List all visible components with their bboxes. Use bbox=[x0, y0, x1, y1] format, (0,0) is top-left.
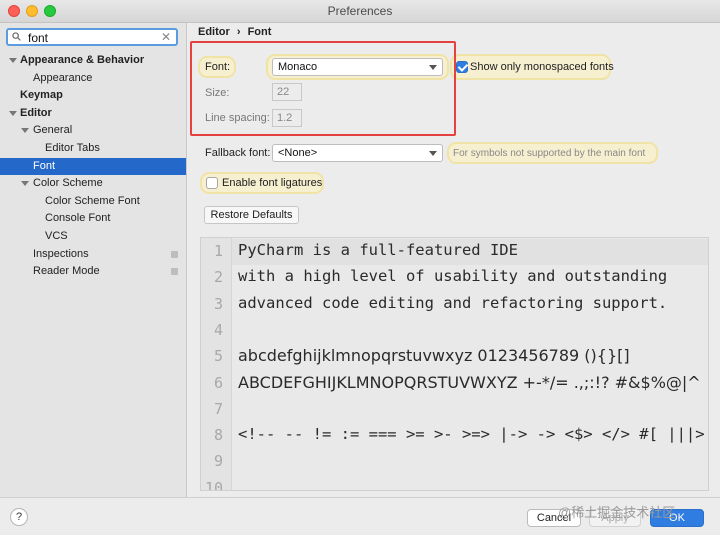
line-number: 8 bbox=[213, 426, 223, 445]
fallback-font-value: <None> bbox=[278, 147, 318, 159]
breadcrumb-current: Font bbox=[247, 26, 272, 38]
sidebar-item-inspections[interactable]: Inspections bbox=[0, 246, 186, 263]
sidebar-item-label: Color Scheme Font bbox=[45, 194, 140, 207]
preview-text-line: with a high level of usability and outst… bbox=[238, 267, 668, 286]
sidebar-item-label: VCS bbox=[45, 230, 68, 242]
breadcrumb: Editor › Font bbox=[198, 26, 271, 38]
sidebar-item-label: Appearance bbox=[33, 71, 93, 84]
sidebar-item-label: Appearance & Behavior bbox=[20, 54, 145, 66]
sidebar-item-appearance-behavior[interactable]: Appearance & Behavior bbox=[0, 52, 186, 69]
chevron-down-icon[interactable] bbox=[21, 128, 29, 134]
sidebar-item-editor[interactable]: Editor bbox=[0, 105, 186, 122]
ligatures-label: Enable font ligatures bbox=[222, 177, 323, 189]
title-bar: Preferences bbox=[0, 0, 720, 23]
chevron-down-icon[interactable] bbox=[21, 181, 29, 187]
line-number: 7 bbox=[213, 399, 223, 418]
sidebar-item-label: Keymap bbox=[20, 89, 63, 102]
line-number: 9 bbox=[213, 452, 223, 471]
preview-text-line: abcdefghijklmnopqrstuvwxyz 0123456789 ()… bbox=[238, 346, 630, 366]
sidebar-item-label: Console Font bbox=[45, 212, 111, 225]
chevron-down-icon bbox=[429, 151, 437, 156]
watermark-text: @稀土掘金技术社区 bbox=[558, 505, 676, 520]
settings-sidebar: font ✕ Appearance & Behavior Appearance Ke… bbox=[0, 23, 187, 497]
sidebar-item-label: Color Scheme bbox=[33, 177, 103, 190]
line-number: 1 bbox=[213, 242, 223, 260]
sidebar-item-font[interactable]: Font bbox=[0, 157, 186, 175]
sidebar-item-general[interactable]: General bbox=[0, 122, 186, 139]
clear-search-icon[interactable]: ✕ bbox=[161, 30, 171, 44]
line-number: 4 bbox=[213, 320, 223, 339]
sidebar-item-color-scheme[interactable]: Color Scheme bbox=[0, 175, 186, 192]
line-number: 6 bbox=[213, 373, 223, 392]
breadcrumb-parent[interactable]: Editor bbox=[198, 26, 230, 38]
monospaced-checkbox[interactable] bbox=[456, 61, 469, 73]
sidebar-item-label: Reader Mode bbox=[33, 265, 100, 278]
fallback-font-label: Fallback font: bbox=[205, 147, 271, 159]
project-settings-icon bbox=[171, 268, 178, 276]
fallback-hint: For symbols not supported by the main fo… bbox=[453, 148, 646, 159]
breadcrumb-separator: › bbox=[236, 26, 241, 38]
sidebar-item-reader-mode[interactable]: Reader Mode bbox=[0, 263, 186, 280]
sidebar-item-editor-tabs[interactable]: Editor Tabs bbox=[0, 140, 186, 157]
sidebar-item-label: Inspections bbox=[33, 247, 89, 260]
line-number: 2 bbox=[213, 268, 223, 287]
line-number: 5 bbox=[213, 347, 223, 366]
sidebar-item-vcs[interactable]: VCS bbox=[0, 228, 186, 245]
ligatures-checkbox[interactable] bbox=[206, 177, 218, 189]
sidebar-item-label: Font bbox=[33, 159, 56, 172]
annotation-red-box bbox=[190, 41, 456, 136]
project-settings-icon bbox=[171, 250, 178, 258]
preview-text-line: ABCDEFGHIJKLMNOPQRSTUVWXYZ +-*/= .,;:!? … bbox=[238, 372, 701, 392]
help-button[interactable]: ? bbox=[10, 508, 28, 526]
restore-defaults-button[interactable]: Restore Defaults bbox=[204, 206, 299, 224]
preview-text-line: <!-- -- != := === >= >- >=> |-> -> <$> <… bbox=[238, 425, 709, 444]
preview-text-line: advanced code editing and refactoring su… bbox=[238, 293, 668, 312]
font-preview-editor[interactable]: 1 PyCharm is a full-featured IDE 2 with a h… bbox=[200, 237, 709, 491]
sidebar-item-appearance[interactable]: Appearance bbox=[0, 70, 186, 87]
window-title: Preferences bbox=[327, 4, 393, 18]
sidebar-item-label: Editor Tabs bbox=[45, 142, 100, 154]
sidebar-item-keymap[interactable]: Keymap bbox=[0, 87, 186, 104]
sidebar-item-label: Editor bbox=[20, 106, 52, 119]
preview-text-line: PyCharm is a full-featured IDE bbox=[238, 241, 518, 259]
sidebar-item-console-font[interactable]: Console Font bbox=[0, 210, 186, 227]
line-number: 10 bbox=[204, 478, 223, 491]
fallback-font-dropdown[interactable]: <None> bbox=[272, 144, 443, 162]
search-value: font bbox=[28, 31, 49, 45]
line-number: 3 bbox=[213, 294, 223, 313]
preferences-window: Preferences font ✕ Appearance & Behavior… bbox=[0, 0, 720, 535]
checkmark-icon bbox=[457, 61, 469, 72]
search-icon bbox=[12, 32, 21, 41]
chevron-down-icon[interactable] bbox=[9, 110, 17, 116]
sidebar-item-label: General bbox=[33, 124, 73, 137]
sidebar-item-color-scheme-font[interactable]: Color Scheme Font bbox=[0, 193, 186, 210]
settings-search-input[interactable]: font ✕ bbox=[6, 28, 178, 46]
monospaced-label: Show only monospaced fonts bbox=[470, 61, 614, 73]
chevron-down-icon[interactable] bbox=[9, 58, 17, 63]
